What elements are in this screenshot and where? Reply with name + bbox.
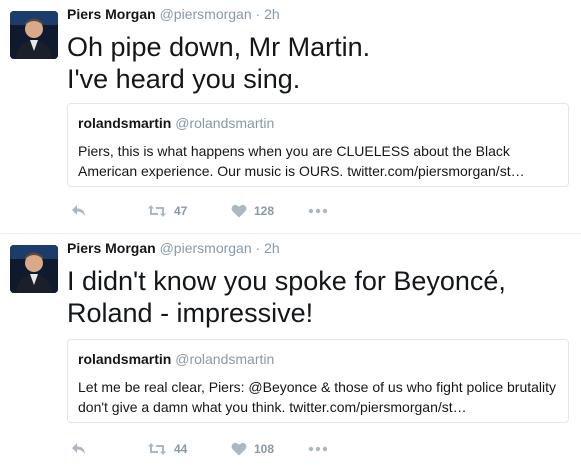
tweet-header: Piers Morgan @piersmorgan · 2h (67, 6, 280, 22)
tweet-header: Piers Morgan @piersmorgan · 2h (67, 240, 280, 256)
like-button[interactable]: 128 (231, 201, 274, 221)
tweet-actions: 47 128 (67, 201, 567, 221)
quoted-author-handle: @rolandsmartin (175, 115, 275, 131)
retweet-icon (148, 443, 166, 455)
more-dots-icon (308, 446, 328, 452)
retweet-button[interactable]: 44 (147, 439, 187, 459)
quoted-tweet[interactable]: rolandsmartin @rolandsmartin Let me be r… (67, 339, 569, 423)
quoted-author-name: rolandsmartin (78, 115, 172, 131)
quoted-tweet-header: rolandsmartin @rolandsmartin (78, 349, 558, 369)
author-name[interactable]: Piers Morgan (67, 240, 156, 256)
avatar[interactable] (10, 245, 58, 293)
quoted-author-name: rolandsmartin (78, 351, 172, 367)
timestamp[interactable]: 2h (264, 6, 280, 22)
quoted-tweet-text: Piers, this is what happens when you are… (78, 143, 525, 179)
tweet: Piers Morgan @piersmorgan · 2h I didn't … (0, 233, 581, 470)
like-count: 108 (254, 442, 275, 456)
author-handle[interactable]: @piersmorgan (160, 6, 252, 22)
timestamp[interactable]: 2h (264, 240, 280, 256)
quoted-tweet-header: rolandsmartin @rolandsmartin (78, 113, 558, 133)
heart-icon (231, 204, 247, 218)
tweet: Piers Morgan @piersmorgan · 2h Oh pipe d… (0, 0, 581, 233)
quoted-author-handle: @rolandsmartin (175, 351, 275, 367)
more-button[interactable] (308, 201, 328, 221)
tweet-actions: 44 108 (67, 439, 567, 459)
retweet-count: 44 (174, 442, 188, 456)
reply-button[interactable] (71, 201, 87, 221)
separator: · (255, 6, 261, 22)
separator: · (255, 240, 261, 256)
quoted-tweet[interactable]: rolandsmartin @rolandsmartin Piers, this… (67, 103, 569, 187)
like-count: 128 (254, 204, 275, 218)
avatar[interactable] (10, 11, 58, 59)
reply-icon (72, 205, 85, 216)
heart-icon (231, 442, 247, 456)
retweet-icon (148, 205, 166, 217)
like-button[interactable]: 108 (231, 439, 274, 459)
quoted-tweet-text: Let me be real clear, Piers: @Beyonce & … (78, 379, 557, 415)
tweet-text: Oh pipe down, Mr Martin. I've heard you … (67, 32, 371, 94)
tweet-text: I didn't know you spoke for Beyoncé, Rol… (67, 266, 506, 328)
more-dots-icon (308, 208, 328, 214)
retweet-button[interactable]: 47 (147, 201, 187, 221)
reply-icon (72, 443, 85, 454)
author-handle[interactable]: @piersmorgan (160, 240, 252, 256)
reply-button[interactable] (71, 439, 87, 459)
more-button[interactable] (308, 439, 328, 459)
author-name[interactable]: Piers Morgan (67, 6, 156, 22)
retweet-count: 47 (174, 204, 188, 218)
